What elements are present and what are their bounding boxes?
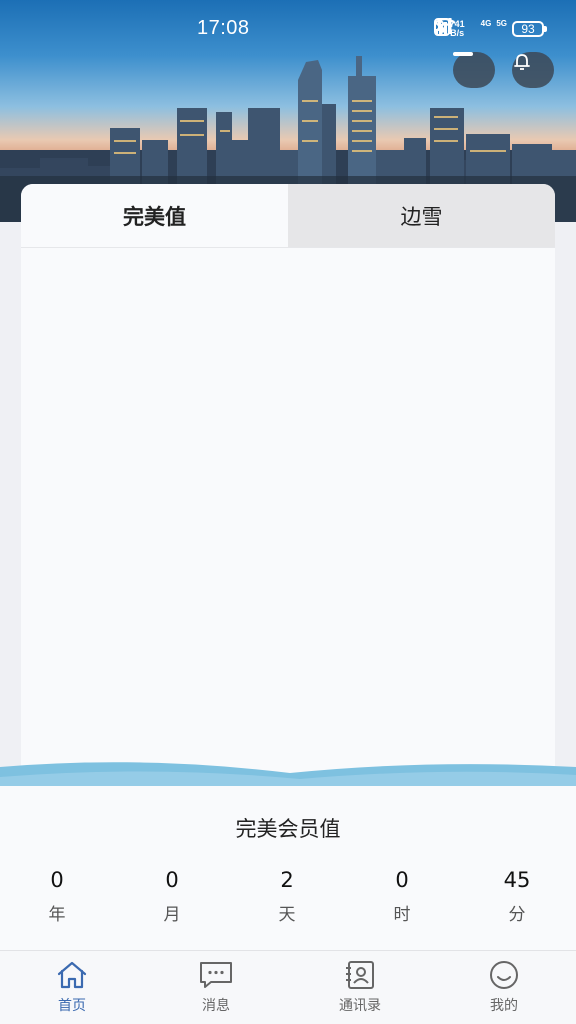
minimize-button[interactable] [453,52,495,88]
counter-unit-hour: 0 时 [362,868,442,925]
counter-value: 2 [280,868,294,892]
message-icon [200,962,232,988]
nav-profile[interactable]: 我的 [459,957,549,1015]
tab-perfect-value[interactable]: 完美值 [21,184,288,247]
counter-value: 0 [395,868,409,892]
counter-unit-month: 0 月 [132,868,212,925]
tab-bianxue[interactable]: 边雪 [288,184,555,247]
nav-label: 消息 [202,998,230,1014]
member-counter: 完美会员值 0 年 0 月 2 天 0 时 45 分 [0,786,576,950]
counter-value: 0 [50,868,64,892]
content-card: 完美值 边雪 [21,184,555,784]
status-icons: 741 B/s 4G 5G 93 [433,18,547,40]
battery-icon: 93 [512,19,547,39]
bottom-nav: 首页 消息 通讯录 我的 [0,950,576,1024]
counter-value: 0 [165,868,179,892]
wave-decoration [0,762,576,789]
counter-label: 分 [508,905,526,925]
counter-label: 年 [48,905,66,925]
minimize-icon [453,52,473,56]
nav-contacts[interactable]: 通讯录 [315,957,405,1015]
notification-button[interactable] [512,52,554,88]
nav-messages[interactable]: 消息 [171,957,261,1015]
counter-label: 天 [278,905,296,925]
sim2-network: 5G [496,18,507,28]
nav-label: 我的 [490,998,518,1014]
counter-unit-year: 0 年 [17,868,97,925]
counter-unit-minute: 45 分 [477,868,557,925]
counter-label: 时 [393,905,411,925]
counter-title: 完美会员值 [235,817,341,841]
counter-units: 0 年 0 月 2 天 0 时 45 分 [0,868,576,928]
smile-icon [490,961,518,989]
tab-bar: 完美值 边雪 [21,184,555,248]
contacts-icon [346,961,374,989]
tab-content-area [21,248,555,784]
nav-label: 首页 [58,998,86,1014]
nav-home[interactable]: 首页 [27,957,117,1015]
signal-icon: 5G [434,18,507,39]
signal-icon: 4G [434,18,492,39]
nav-label: 通讯录 [339,998,381,1014]
counter-label: 月 [163,905,181,925]
sim1-network: 4G [480,18,492,28]
counter-value: 45 [503,868,531,892]
battery-level: 93 [512,21,547,37]
home-icon [57,961,87,989]
counter-unit-day: 2 天 [247,868,327,925]
bell-icon [514,54,530,70]
status-bar: 17:08 741 B/s 4G 5G 93 [0,0,576,58]
status-time: 17:08 [197,17,250,39]
